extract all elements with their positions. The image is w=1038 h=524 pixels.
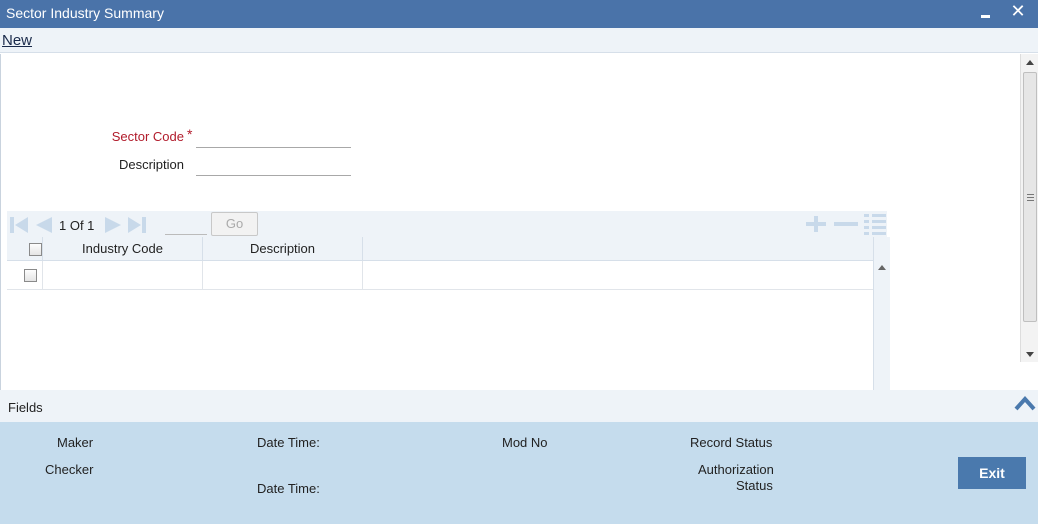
window-title: Sector Industry Summary [6, 5, 164, 21]
scroll-up-arrow-icon[interactable] [1026, 60, 1034, 65]
last-page-icon[interactable] [127, 215, 147, 235]
maker-date-time-label: Date Time: [257, 435, 320, 450]
fields-section: Fields [0, 390, 1038, 422]
page-number-input[interactable] [165, 215, 207, 235]
checker-date-time-label: Date Time: [257, 481, 320, 496]
scrollbar-thumb[interactable] [1023, 72, 1037, 322]
column-header-description[interactable]: Description [203, 237, 363, 261]
industry-code-cell[interactable] [43, 261, 203, 290]
authorization-status-label-line2: Status [736, 478, 773, 493]
table-row [7, 261, 873, 290]
add-row-icon[interactable] [804, 213, 828, 235]
exit-button[interactable]: Exit [958, 457, 1026, 489]
authorization-status-label: Authorization [698, 462, 774, 477]
required-marker: * [187, 126, 193, 142]
main-content: Sector Code * Description 1 Of 1 Go Indu… [0, 54, 1020, 417]
checker-label: Checker [45, 462, 94, 477]
sector-code-label: Sector Code [111, 129, 184, 144]
mod-no-label: Mod No [502, 435, 548, 450]
new-link[interactable]: New [2, 32, 32, 49]
maker-label: Maker [57, 435, 94, 450]
audit-panel: Maker Checker Date Time: Date Time: Mod … [0, 422, 1038, 524]
next-page-icon[interactable] [104, 215, 124, 235]
chevron-up-icon[interactable] [1013, 392, 1037, 414]
grid-header: Industry Code Description [7, 237, 873, 261]
delete-row-icon[interactable] [833, 213, 859, 235]
first-page-icon[interactable] [9, 215, 29, 235]
minimize-icon[interactable] [978, 4, 994, 22]
column-header-industry-code[interactable]: Industry Code [43, 237, 203, 261]
grip-icon [1027, 194, 1034, 201]
record-status-label: Record Status [690, 435, 773, 450]
select-all-checkbox[interactable] [29, 243, 42, 256]
description-input[interactable] [196, 156, 351, 176]
title-bar: Sector Industry Summary ✕ [0, 0, 1038, 28]
page-indicator: 1 Of 1 [59, 218, 95, 233]
close-icon[interactable]: ✕ [1009, 1, 1027, 21]
grid-toolbar: 1 Of 1 Go [7, 211, 887, 237]
description-label: Description [118, 157, 184, 172]
single-record-view-icon[interactable] [863, 212, 887, 236]
menu-bar: New [0, 28, 1038, 53]
go-button[interactable]: Go [211, 212, 258, 236]
sector-code-input[interactable] [196, 128, 351, 148]
header-select-all-cell [7, 237, 43, 261]
prev-page-icon[interactable] [33, 215, 53, 235]
scroll-down-arrow-icon[interactable] [1026, 352, 1034, 357]
description-cell[interactable] [203, 261, 363, 290]
page-scrollbar[interactable] [1020, 54, 1038, 362]
scroll-up-icon[interactable] [878, 265, 886, 270]
row-select-cell [7, 261, 43, 290]
row-checkbox[interactable] [24, 269, 37, 282]
fields-label[interactable]: Fields [8, 400, 43, 415]
